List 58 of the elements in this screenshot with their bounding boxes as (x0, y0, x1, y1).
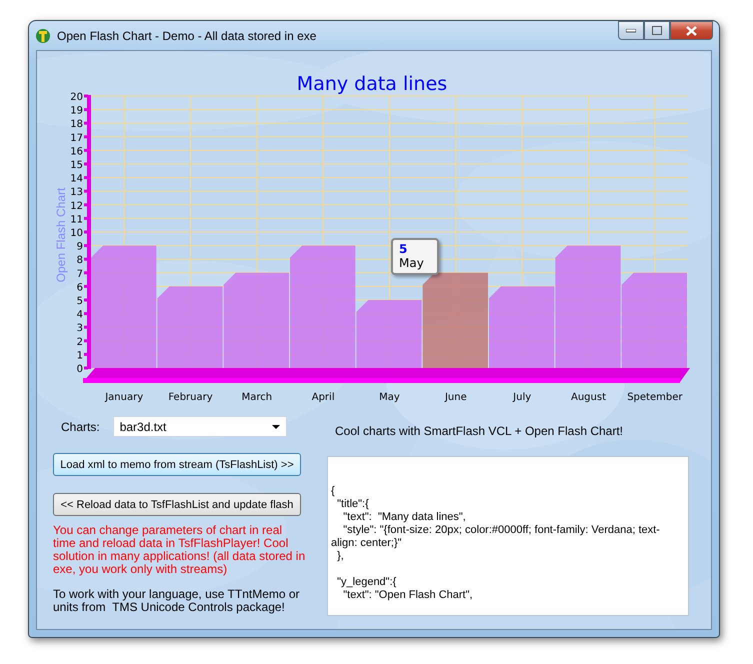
code-line: "title":{ (336, 498, 370, 511)
x-tick-label: August (571, 392, 606, 403)
code-line: "text": "Open Flash Chart", (342, 589, 474, 602)
code-line: "style": "{font-size: 20px; color:#0000ff; font-family: Verdana; text-align: center;}" (331, 524, 661, 550)
code-line: { (331, 485, 336, 498)
chart-title: Many data lines (296, 73, 448, 95)
maximize-button[interactable] (644, 21, 670, 40)
y-tick-label: 20 (70, 92, 83, 103)
charts-dropdown[interactable]: bar3d.txt (112, 416, 287, 437)
minimize-icon (626, 28, 636, 32)
notice-text: You can change parameters of chart in real time and reload data in TsfFlashPlayer! Cool solution in many applications! (all data stored in exe, you work only with streams) (53, 524, 306, 576)
y-tick-label: 17 (70, 132, 83, 144)
y-tick-label: 1 (76, 350, 83, 362)
y-tick-label: 3 (76, 323, 83, 334)
x-tick-label: July (513, 392, 532, 403)
maximize-icon (652, 26, 662, 35)
y-tick-label: 5 (76, 296, 83, 307)
y-tick-label: 15 (70, 160, 83, 171)
y-axis-title: Open Flash Chart (54, 188, 68, 282)
hint-text: To work with your language, use TTntMemo or units from TMS Unicode Controls package! (53, 588, 301, 614)
x-tick-label: January (105, 392, 144, 403)
y-tick-label: 10 (70, 228, 83, 239)
x-tick-label: June (444, 392, 467, 403)
caption-text: Cool charts with SmartFlash VCL + Open Flash Chart! (335, 424, 624, 438)
code-line: "text": "Many data lines", (342, 511, 467, 524)
x-tick-label: May (379, 392, 400, 403)
app-icon (35, 28, 51, 44)
charts-label: Charts: (61, 420, 100, 434)
minimize-button[interactable] (618, 21, 644, 40)
x-tick-label: Spetember (627, 392, 682, 403)
x-tick-label: February (168, 392, 213, 403)
code-line: }, (336, 550, 345, 563)
y-tick-label: 12 (70, 200, 83, 212)
memo-field[interactable]: { "title":{ "text": "Many data lines", "style": "{font-size: 20px; color:#0000ff; font-family: Verdana; text-align: center;}" }, "y_legend":{ "text": "Open Flash Chart", (327, 456, 689, 616)
y-tick-label: 2 (76, 336, 83, 348)
y-tick-label: 8 (76, 255, 83, 266)
y-tick-label: 7 (76, 268, 83, 280)
y-tick-label: 13 (70, 187, 83, 198)
y-tick-label: 16 (70, 146, 83, 158)
y-tick-label: 19 (70, 106, 83, 117)
close-icon (686, 26, 697, 36)
close-button[interactable] (670, 21, 713, 40)
tooltip-value: 5 (399, 242, 408, 256)
y-tick-label: 6 (76, 282, 83, 294)
y-tick-label: 11 (70, 214, 83, 226)
y-tick-label: 9 (76, 242, 83, 253)
x-tick-label: March (242, 392, 272, 403)
tooltip-label: May (399, 256, 425, 270)
y-tick-label: 18 (70, 119, 83, 130)
code-line: "y_legend":{ (336, 576, 398, 589)
window-title: Open Flash Chart - Demo - All data stored in exe (57, 28, 318, 42)
action-button[interactable]: << Reload data to TsfFlashList and update flash (53, 493, 301, 516)
caret-icon (272, 424, 280, 428)
action-button[interactable]: Load xml to memo from stream (TsFlashList) >> (53, 453, 301, 476)
y-tick-label: 0 (76, 364, 83, 375)
x-tick-label: April (312, 392, 335, 403)
y-tick-label: 14 (70, 174, 83, 185)
y-tick-label: 4 (76, 310, 83, 321)
